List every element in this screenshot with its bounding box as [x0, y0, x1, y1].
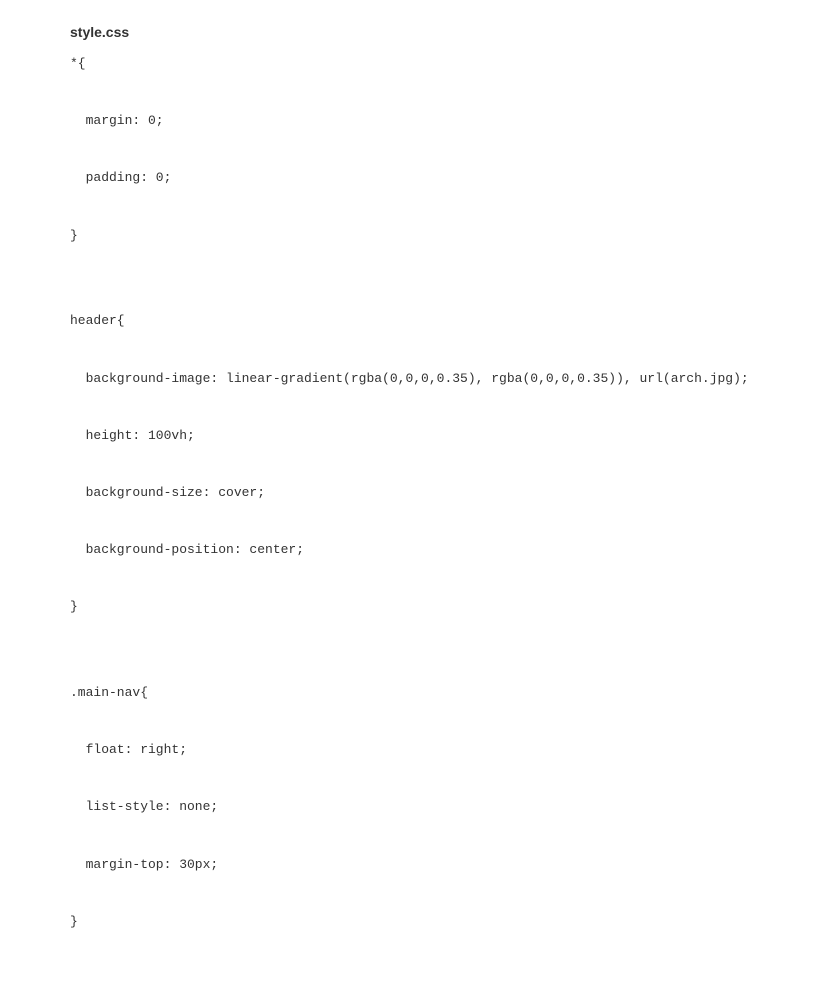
code-line: padding: 0; [70, 164, 831, 193]
code-line: } [70, 222, 831, 251]
code-line: height: 100vh; [70, 422, 831, 451]
code-line: *{ [70, 50, 831, 79]
filename-heading: style.css [70, 24, 831, 40]
code-line: .main-nav{ [70, 679, 831, 708]
code-line: float: right; [70, 736, 831, 765]
code-line: list-style: none; [70, 793, 831, 822]
code-line: background-position: center; [70, 536, 831, 565]
code-line: } [70, 593, 831, 622]
code-line: margin: 0; [70, 107, 831, 136]
code-block: *{ margin: 0; padding: 0; } header{ back… [70, 50, 831, 965]
code-line: margin-top: 30px; [70, 851, 831, 880]
code-line: background-image: linear-gradient(rgba(0… [70, 365, 831, 394]
code-line: } [70, 908, 831, 937]
code-line: header{ [70, 307, 831, 336]
code-line: background-size: cover; [70, 479, 831, 508]
